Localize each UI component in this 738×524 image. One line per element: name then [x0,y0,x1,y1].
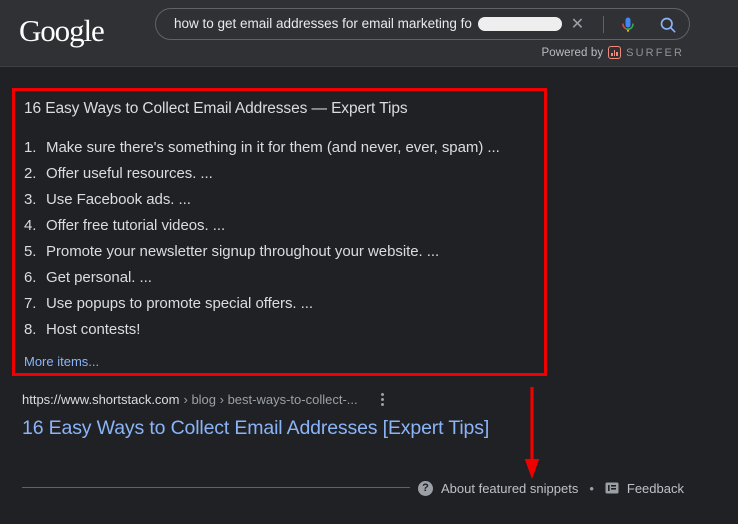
search-input[interactable]: how to get email addresses for email mar… [174,9,504,39]
list-item-number: 4. [24,217,37,234]
annotation-arrow-down-icon [524,386,540,480]
about-featured-snippets-link[interactable]: About featured snippets [441,481,578,496]
list-item: 4. Offer free tutorial videos. ... [24,213,500,239]
list-item-number: 5. [24,243,37,260]
microphone-icon[interactable] [618,15,638,35]
search-icon[interactable] [658,15,678,35]
list-item: 8. Host contests! [24,317,500,343]
list-item-number: 6. [24,269,37,286]
list-item-number: 2. [24,165,37,182]
surfer-brand-label: SURFER [626,46,684,59]
result-title-link[interactable]: 16 Easy Ways to Collect Email Addresses … [22,415,489,441]
list-item: 3. Use Facebook ads. ... [24,187,500,213]
list-item-text: Make sure there's something in it for th… [46,139,500,156]
search-box[interactable]: how to get email addresses for email mar… [155,8,690,40]
list-item-text: Host contests! [46,321,141,338]
list-item-text: Use popups to promote special offers. ..… [46,295,313,312]
snippet-title: 16 Easy Ways to Collect Email Addresses … [24,100,408,117]
result-domain: https://www.shortstack.com [22,391,180,407]
google-logo[interactable]: Google [19,13,105,49]
result-path: › blog › best-ways-to-collect-... [183,391,358,407]
list-item-number: 3. [24,191,37,208]
list-item: 5. Promote your newsletter signup throug… [24,239,500,265]
surfer-bar-chart-icon [608,46,622,59]
help-question-icon: ? [418,480,433,496]
list-item-text: Use Facebook ads. ... [46,191,191,208]
redaction-overlay [478,17,562,31]
list-item-number: 1. [24,139,37,156]
list-item-text: Get personal. ... [46,269,152,286]
list-item-number: 8. [24,321,37,338]
list-item: 6. Get personal. ... [24,265,500,291]
search-divider [603,16,604,33]
powered-by-surfer: Powered by SURFER [541,46,684,59]
list-item-number: 7. [24,295,37,312]
list-item: 2. Offer useful resources. ... [24,161,500,187]
list-item: 7. Use popups to promote special offers.… [24,291,500,317]
clear-icon[interactable]: ✕ [569,16,586,33]
list-item-text: Promote your newsletter signup throughou… [46,243,440,260]
list-item-text: Offer free tutorial videos. ... [46,217,226,234]
powered-by-label: Powered by [541,46,604,59]
more-items-link[interactable]: More items... [24,354,500,369]
footer-actions: ? About featured snippets • Feedback [418,478,684,498]
footer-divider [22,487,410,488]
feedback-flag-icon [605,482,619,495]
feedback-link[interactable]: Feedback [627,481,684,496]
list-item: 1. Make sure there's something in it for… [24,135,500,161]
featured-snippet: 16 Easy Ways to Collect Email Addresses … [24,99,500,369]
footer-separator: • [589,480,594,496]
result-breadcrumb[interactable]: https://www.shortstack.com › blog › best… [22,390,392,408]
list-item-text: Offer useful resources. ... [46,165,213,182]
three-dots-vertical-icon[interactable] [374,390,392,408]
